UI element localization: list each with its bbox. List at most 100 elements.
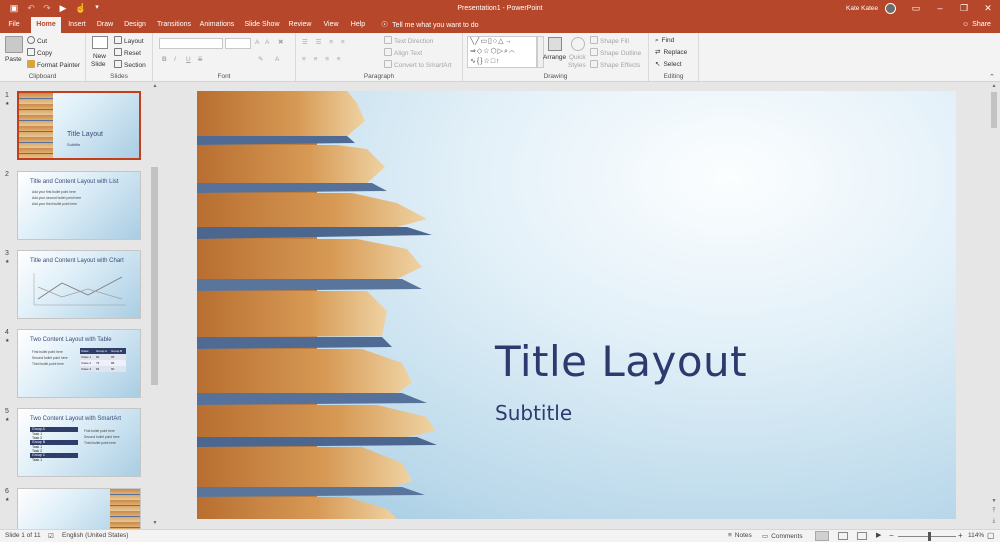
replace-button[interactable]: ⇄ Replace xyxy=(655,48,687,57)
scroll-thumb[interactable] xyxy=(991,92,997,128)
maximize-icon[interactable]: ❐ xyxy=(952,0,976,17)
tab-insert[interactable]: Insert xyxy=(64,17,90,33)
grow-font-button[interactable]: A xyxy=(255,38,259,47)
zoom-out-icon[interactable]: − xyxy=(889,531,894,540)
reading-view-icon[interactable] xyxy=(857,532,867,540)
avatar[interactable] xyxy=(885,3,896,14)
thumbnail-scrollbar[interactable]: ▲ ▼ xyxy=(150,82,160,529)
share-button[interactable]: ☺ Share xyxy=(962,17,991,33)
tell-me-box[interactable]: ☉ Tell me what you want to do xyxy=(381,17,479,33)
scroll-thumb[interactable] xyxy=(151,167,158,385)
paragraph-group: ☰ ☰ ≡ ≡ ≡ ≡ ≡ ≡ Text Direction Align Tex… xyxy=(296,33,463,81)
layout-button[interactable]: Layout xyxy=(114,36,144,46)
paste-button[interactable]: Paste xyxy=(5,55,22,64)
slide-thumbnail-1[interactable]: Title Layout Subtitle xyxy=(17,91,141,160)
new-slide-icon[interactable] xyxy=(92,36,108,49)
font-color-button[interactable]: A xyxy=(275,55,279,64)
shapes-gallery[interactable]: ╲╱▭▯○△→ ⇒◇☆⬡▷⌕⌒ ∿{}☆□↑ xyxy=(467,36,537,68)
shape-fill-button[interactable]: Shape Fill xyxy=(590,36,629,46)
shrink-font-button[interactable]: A xyxy=(265,38,269,47)
language-indicator[interactable]: English (United States) xyxy=(62,532,128,539)
quick-styles-label[interactable]: Styles xyxy=(568,61,586,70)
strikethrough-button[interactable]: S xyxy=(198,55,202,64)
slide-scrollbar[interactable]: ▲ ▼ ⤒ ⤓ xyxy=(988,82,1000,529)
tab-slide-show[interactable]: Slide Show xyxy=(243,17,281,33)
ribbon-display-options-icon[interactable]: ▭ xyxy=(904,0,928,17)
redo-icon[interactable]: ↷ xyxy=(42,3,52,13)
scroll-up-icon[interactable]: ▲ xyxy=(151,83,159,91)
tab-design[interactable]: Design xyxy=(120,17,150,33)
tab-draw[interactable]: Draw xyxy=(93,17,117,33)
paste-icon[interactable] xyxy=(5,36,23,53)
previous-slide-icon[interactable]: ⤒ xyxy=(990,508,998,516)
text-direction-button[interactable]: Text Direction xyxy=(384,36,433,46)
new-slide-label[interactable]: Slide xyxy=(91,60,105,69)
zoom-slider[interactable] xyxy=(898,536,956,537)
slide-thumbnail-4[interactable]: Two Content Layout with Table First bull… xyxy=(17,329,141,398)
spellcheck-icon[interactable]: ☑ xyxy=(48,532,54,540)
clear-format-icon[interactable]: ✖ xyxy=(278,38,283,47)
section-button[interactable]: Section xyxy=(114,60,146,70)
find-button[interactable]: ⌕ Find xyxy=(655,36,674,45)
touch-mode-icon[interactable]: ☝ xyxy=(75,3,86,13)
start-from-beginning-icon[interactable]: ▶ xyxy=(58,3,68,13)
slideshow-icon[interactable]: ▶ xyxy=(876,531,881,539)
format-painter-button[interactable]: Format Painter xyxy=(27,60,80,70)
zoom-level[interactable]: 114% xyxy=(968,532,984,539)
font-size-dropdown[interactable] xyxy=(225,38,251,49)
tab-view[interactable]: View xyxy=(319,17,343,33)
tab-home[interactable]: Home xyxy=(31,17,61,33)
customize-toolbar-icon[interactable]: ▾ xyxy=(92,3,102,13)
zoom-in-icon[interactable]: + xyxy=(958,531,963,540)
convert-smartart-button[interactable]: Convert to SmartArt xyxy=(384,60,451,70)
shapes-more-icon[interactable] xyxy=(537,36,544,68)
reset-button[interactable]: Reset xyxy=(114,48,141,58)
font-name-dropdown[interactable] xyxy=(159,38,223,49)
user-name[interactable]: Kate Katee xyxy=(846,0,878,17)
undo-icon[interactable]: ↶ xyxy=(26,3,36,13)
next-slide-icon[interactable]: ⤓ xyxy=(990,518,998,526)
arrange-icon[interactable] xyxy=(548,37,562,51)
underline-button[interactable]: U xyxy=(186,55,191,64)
bullets-icon[interactable]: ☰ ☰ ≡ ≡ xyxy=(302,38,348,47)
italic-button[interactable]: I xyxy=(174,55,176,64)
shape-effects-button[interactable]: Shape Effects xyxy=(590,60,640,70)
slide-subtitle[interactable]: Subtitle xyxy=(495,401,572,425)
slide-thumbnail-5[interactable]: Two Content Layout with SmartArt Group A… xyxy=(17,408,141,477)
tab-review[interactable]: Review xyxy=(286,17,314,33)
select-button[interactable]: ↖ Select xyxy=(655,60,682,69)
tab-transitions[interactable]: Transitions xyxy=(154,17,194,33)
slide-thumbnail-2[interactable]: Title and Content Layout with List Add y… xyxy=(17,171,141,240)
shape-outline-button[interactable]: Shape Outline xyxy=(590,48,641,58)
slide-title[interactable]: Title Layout xyxy=(495,337,747,386)
slide-sorter-icon[interactable] xyxy=(838,532,848,540)
thumb-number: 6 xyxy=(5,488,9,495)
copy-button[interactable]: Copy xyxy=(27,48,52,58)
slide-thumbnail-6[interactable] xyxy=(17,488,141,529)
cut-button[interactable]: Cut xyxy=(27,36,47,46)
align-text-button[interactable]: Align Text xyxy=(384,48,422,58)
notes-button[interactable]: ≡ Notes xyxy=(728,532,752,539)
comments-button[interactable]: ▭ Comments xyxy=(762,532,803,540)
tab-animations[interactable]: Animations xyxy=(197,17,237,33)
normal-view-icon[interactable] xyxy=(815,531,829,541)
quick-styles-icon[interactable] xyxy=(571,37,585,51)
text-direction-icon xyxy=(384,36,392,44)
zoom-slider-handle[interactable] xyxy=(928,532,931,541)
bold-button[interactable]: B xyxy=(162,55,167,64)
arrange-button[interactable]: Arrange xyxy=(543,53,566,62)
minimize-icon[interactable]: – xyxy=(928,0,952,17)
slide-thumbnail-3[interactable]: Title and Content Layout with Chart xyxy=(17,250,141,319)
fit-to-window-icon[interactable]: ▢ xyxy=(987,531,995,540)
close-icon[interactable]: ✕ xyxy=(976,0,1000,17)
alignment-icon[interactable]: ≡ ≡ ≡ ≡ xyxy=(302,55,344,64)
tab-help[interactable]: Help xyxy=(347,17,369,33)
scroll-down-icon[interactable]: ▼ xyxy=(151,520,159,528)
scroll-up-icon[interactable]: ▲ xyxy=(990,83,998,91)
slide-canvas[interactable]: Title Layout Subtitle xyxy=(197,91,956,519)
highlight-icon[interactable]: ✎ xyxy=(258,55,263,64)
scroll-down-icon[interactable]: ▼ xyxy=(990,498,998,506)
save-icon[interactable]: ▣ xyxy=(9,3,19,13)
collapse-ribbon-icon[interactable]: ⌃ xyxy=(989,73,995,81)
tab-file[interactable]: File xyxy=(2,17,26,33)
